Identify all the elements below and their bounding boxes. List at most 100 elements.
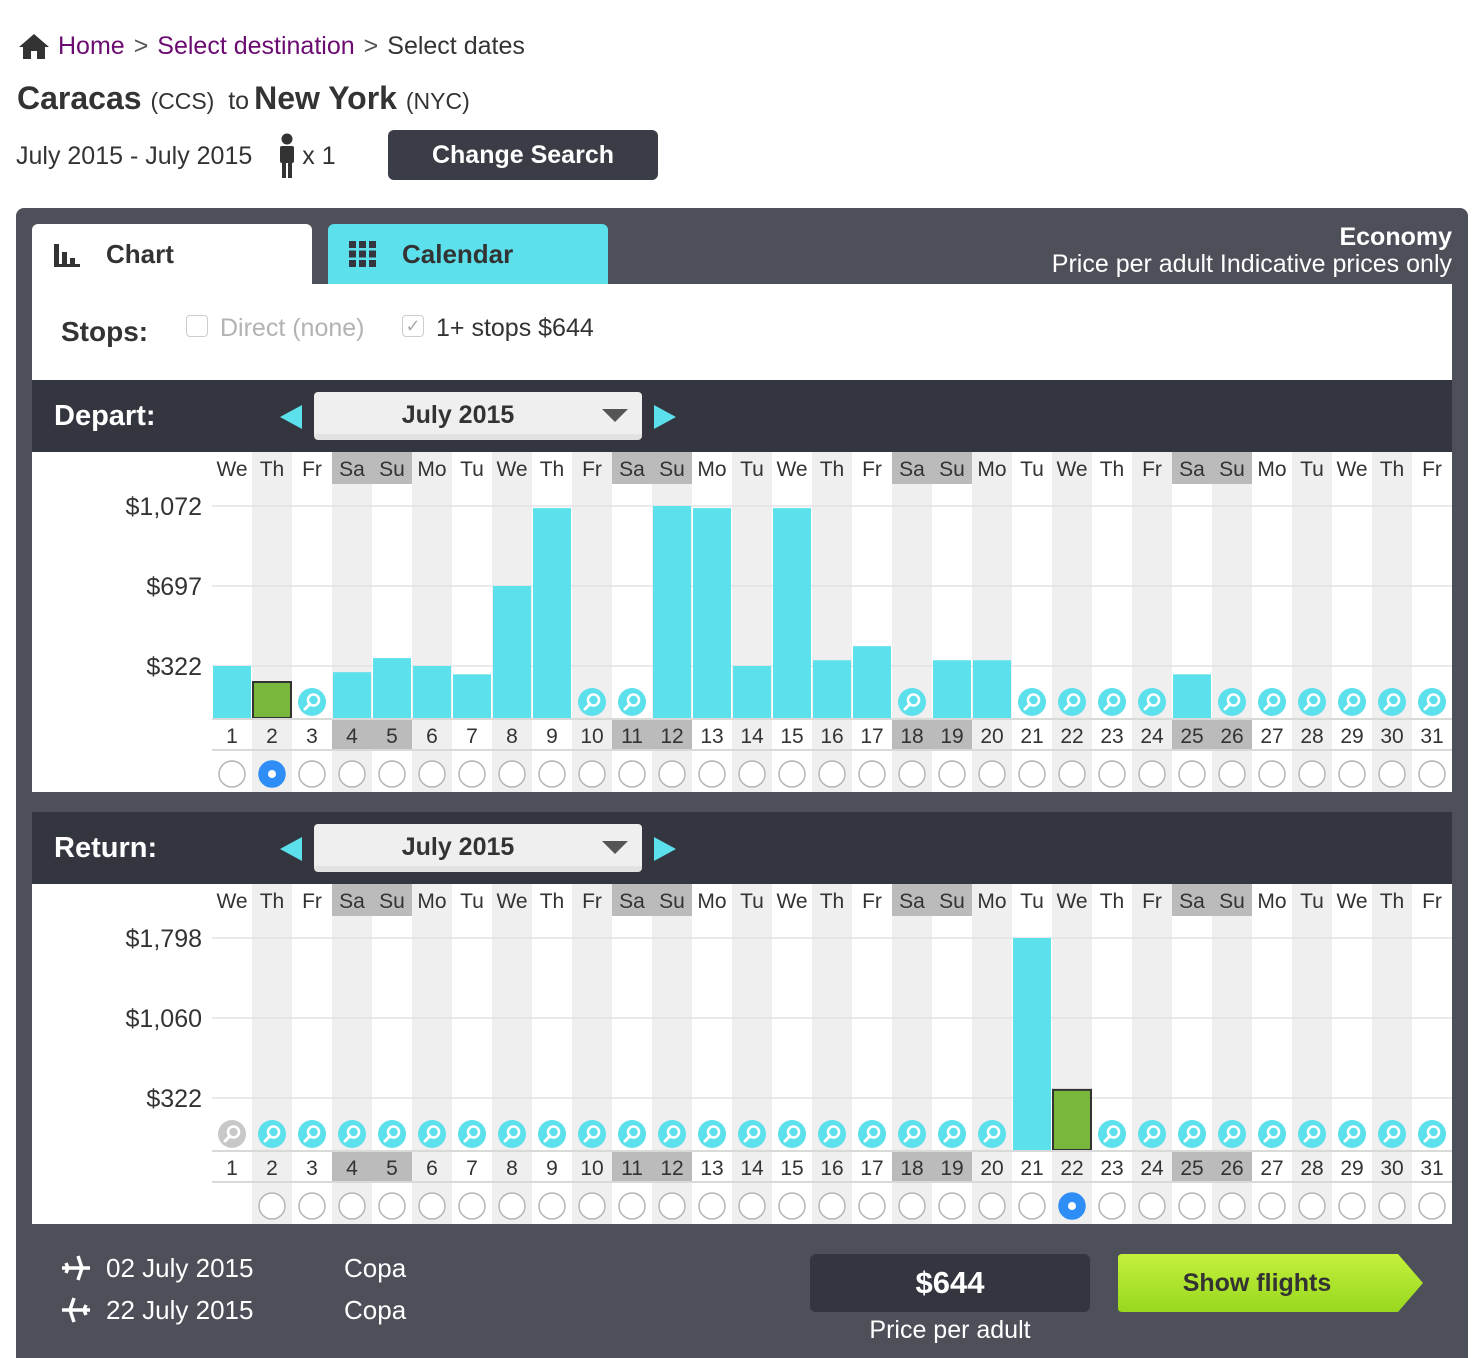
day-radio[interactable] [618, 760, 646, 788]
day-radio[interactable] [378, 760, 406, 788]
return-prev-month-arrow[interactable] [280, 837, 302, 861]
price-bar[interactable] [653, 506, 691, 718]
price-bar-selected[interactable] [1052, 1088, 1092, 1151]
price-bar[interactable] [933, 660, 971, 718]
price-bar-selected[interactable] [252, 681, 292, 719]
day-radio[interactable] [1098, 1192, 1126, 1220]
day-radio[interactable] [378, 1192, 406, 1220]
day-radio[interactable] [818, 760, 846, 788]
price-bar[interactable] [853, 646, 891, 718]
day-radio[interactable] [818, 1192, 846, 1220]
day-radio-selected[interactable] [1058, 1192, 1086, 1220]
stops-direct-option[interactable]: Direct (none) [186, 314, 365, 343]
change-search-button[interactable]: Change Search [388, 130, 658, 180]
price-bar[interactable] [773, 508, 811, 718]
price-bar[interactable] [453, 674, 491, 718]
search-icon[interactable] [1138, 1120, 1166, 1148]
day-radio[interactable] [338, 760, 366, 788]
search-icon[interactable] [978, 1120, 1006, 1148]
search-icon[interactable] [738, 1120, 766, 1148]
day-radio[interactable] [738, 1192, 766, 1220]
price-bar[interactable] [213, 666, 251, 718]
search-icon[interactable] [1418, 688, 1446, 716]
day-radio[interactable] [1178, 760, 1206, 788]
depart-next-month-arrow[interactable] [654, 405, 676, 429]
day-radio[interactable] [1018, 760, 1046, 788]
search-icon[interactable] [418, 1120, 446, 1148]
search-icon[interactable] [1298, 688, 1326, 716]
price-bar[interactable] [693, 508, 731, 718]
day-radio[interactable] [978, 1192, 1006, 1220]
return-month-select[interactable]: July 2015 [314, 824, 642, 872]
day-radio[interactable] [1338, 760, 1366, 788]
day-radio[interactable] [1298, 760, 1326, 788]
day-radio[interactable] [1138, 1192, 1166, 1220]
price-bar[interactable] [733, 666, 771, 718]
day-radio[interactable] [298, 760, 326, 788]
one-plus-checkbox[interactable]: ✓ [402, 314, 424, 337]
day-radio[interactable] [298, 1192, 326, 1220]
day-radio[interactable] [418, 760, 446, 788]
search-icon[interactable] [818, 1120, 846, 1148]
search-icon[interactable] [778, 1120, 806, 1148]
day-radio[interactable] [1418, 1192, 1446, 1220]
direct-checkbox[interactable] [186, 314, 208, 337]
search-icon[interactable] [658, 1120, 686, 1148]
price-bar[interactable] [533, 508, 571, 718]
day-radio[interactable] [538, 1192, 566, 1220]
day-radio[interactable] [1018, 1192, 1046, 1220]
search-icon[interactable] [1338, 688, 1366, 716]
search-icon[interactable] [578, 688, 606, 716]
search-icon[interactable] [1378, 688, 1406, 716]
search-icon[interactable] [458, 1120, 486, 1148]
day-radio[interactable] [938, 1192, 966, 1220]
search-icon[interactable] [1138, 688, 1166, 716]
day-radio[interactable] [1418, 760, 1446, 788]
breadcrumb-home-link[interactable]: Home [58, 32, 125, 61]
search-icon[interactable] [1098, 688, 1126, 716]
day-radio[interactable] [1378, 760, 1406, 788]
day-radio[interactable] [1218, 1192, 1246, 1220]
day-radio[interactable] [458, 1192, 486, 1220]
search-icon[interactable] [298, 688, 326, 716]
price-bar[interactable] [813, 660, 851, 718]
price-bar[interactable] [1173, 674, 1211, 718]
day-radio[interactable] [498, 760, 526, 788]
day-radio[interactable] [498, 1192, 526, 1220]
search-icon[interactable] [298, 1120, 326, 1148]
day-radio[interactable] [1338, 1192, 1366, 1220]
search-icon[interactable] [1298, 1120, 1326, 1148]
depart-month-select[interactable]: July 2015 [314, 392, 642, 440]
day-radio[interactable] [578, 760, 606, 788]
search-icon[interactable] [938, 1120, 966, 1148]
search-icon[interactable] [1098, 1120, 1126, 1148]
day-radio[interactable] [698, 760, 726, 788]
day-radio[interactable] [898, 760, 926, 788]
search-icon[interactable] [1218, 1120, 1246, 1148]
search-icon[interactable] [538, 1120, 566, 1148]
price-bar[interactable] [333, 672, 371, 718]
day-radio[interactable] [1378, 1192, 1406, 1220]
day-radio[interactable] [538, 760, 566, 788]
search-icon[interactable] [618, 688, 646, 716]
search-icon[interactable] [898, 688, 926, 716]
search-icon[interactable] [578, 1120, 606, 1148]
day-radio[interactable] [1138, 760, 1166, 788]
search-icon[interactable] [1218, 688, 1246, 716]
day-radio[interactable] [858, 1192, 886, 1220]
search-icon[interactable] [698, 1120, 726, 1148]
day-radio[interactable] [618, 1192, 646, 1220]
day-radio[interactable] [778, 760, 806, 788]
day-radio[interactable] [1258, 760, 1286, 788]
price-bar[interactable] [493, 586, 531, 718]
tab-chart[interactable]: Chart [32, 224, 312, 284]
day-radio[interactable] [658, 1192, 686, 1220]
search-icon[interactable] [218, 1120, 246, 1148]
search-icon[interactable] [1258, 1120, 1286, 1148]
day-radio[interactable] [738, 760, 766, 788]
day-radio[interactable] [1298, 1192, 1326, 1220]
search-icon[interactable] [858, 1120, 886, 1148]
search-icon[interactable] [1058, 688, 1086, 716]
day-radio[interactable] [1098, 760, 1126, 788]
day-radio[interactable] [658, 760, 686, 788]
